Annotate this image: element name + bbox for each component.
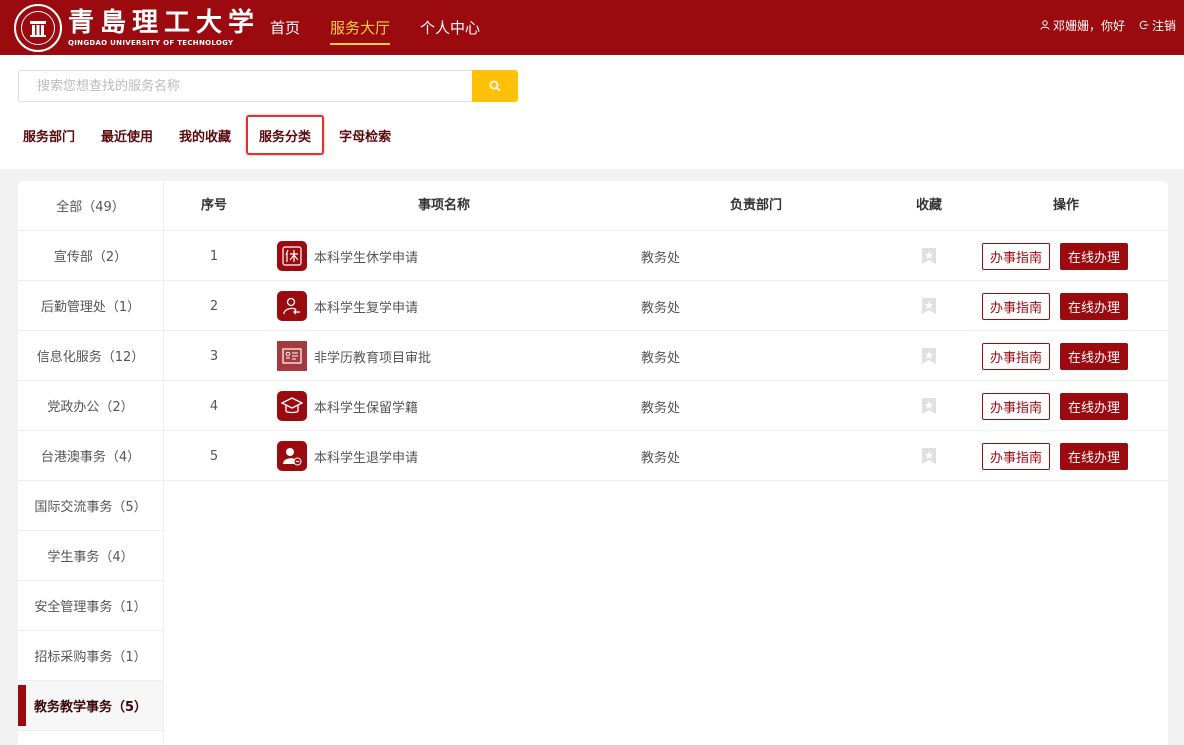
search-button[interactable] — [472, 70, 518, 102]
table-row: 4 本科学生保留学籍 教务处 办事指南 在线办理 — [164, 381, 1168, 431]
user-greeting[interactable]: 邓姗姗，你好 — [1040, 17, 1125, 34]
row-dept: 教务处 — [641, 300, 681, 316]
university-logo[interactable]: 青島理工大学 QINGDAO UNIVERSITY OF TECHNOLOGY — [14, 4, 260, 52]
row-index: 2 — [209, 298, 219, 314]
header-dept: 负责部门 — [730, 198, 783, 213]
row-name: 本科学生退学申请 — [314, 450, 419, 466]
logout-link[interactable]: 注销 — [1139, 17, 1176, 34]
row-dept: 教务处 — [641, 450, 681, 466]
service-table: 序号 事项名称 负责部门 收藏 操作 1 本科学生休学申请 教务处 办事指南 在… — [164, 181, 1168, 481]
online-process-button[interactable]: 在线办理 — [1060, 242, 1129, 270]
row-name: 本科学生保留学籍 — [314, 400, 419, 416]
search-icon — [489, 80, 501, 92]
search-panel: 服务部门 最近使用 我的收藏 服务分类 字母检索 — [0, 55, 1184, 169]
row-dept: 教务处 — [641, 250, 681, 266]
row-index: 1 — [209, 248, 219, 264]
logo-chinese-name: 青島理工大学 — [68, 8, 261, 38]
sidebar-item-procurement[interactable]: 招标采购事务（1） — [18, 631, 163, 681]
row-name: 本科学生休学申请 — [314, 250, 419, 266]
tab-service-departments[interactable]: 服务部门 — [10, 115, 88, 155]
sidebar-item-all[interactable]: 全部（49） — [18, 181, 163, 231]
service-list-card: 全部（49） 宣传部（2） 后勤管理处（1） 信息化服务（12） 党政办公（2）… — [18, 181, 1168, 745]
guide-button[interactable]: 办事指南 — [982, 242, 1051, 270]
header-name: 事项名称 — [418, 198, 471, 213]
row-name: 非学历教育项目审批 — [314, 350, 432, 366]
user-greeting-text: 邓姗姗，你好 — [1052, 18, 1125, 33]
search-input[interactable] — [18, 70, 472, 102]
row-index: 3 — [209, 348, 219, 364]
main-nav: 首页 服务大厅 个人中心 — [255, 0, 495, 55]
favorite-star-icon[interactable] — [909, 381, 949, 431]
category-tabs: 服务部门 最近使用 我的收藏 服务分类 字母检索 — [10, 113, 404, 157]
logout-label: 注销 — [1151, 18, 1176, 33]
logo-english-name: QINGDAO UNIVERSITY OF TECHNOLOGY — [68, 39, 234, 47]
row-dept: 教务处 — [641, 400, 681, 416]
favorite-star-icon[interactable] — [909, 331, 949, 381]
sidebar-item-publicity[interactable]: 宣传部（2） — [18, 231, 163, 281]
online-process-button[interactable]: 在线办理 — [1060, 442, 1129, 470]
sidebar-item-international[interactable]: 国际交流事务（5） — [18, 481, 163, 531]
guide-button[interactable]: 办事指南 — [982, 342, 1051, 370]
online-process-button[interactable]: 在线办理 — [1060, 292, 1129, 320]
nav-service-hall[interactable]: 服务大厅 — [315, 0, 405, 55]
tab-alphabet-search[interactable]: 字母检索 — [326, 115, 404, 155]
top-header: 青島理工大学 QINGDAO UNIVERSITY OF TECHNOLOGY … — [0, 0, 1184, 55]
row-dept: 教务处 — [641, 350, 681, 366]
row-index: 4 — [209, 398, 219, 414]
sidebar-item-logistics[interactable]: 后勤管理处（1） — [18, 281, 163, 331]
header-index: 序号 — [200, 198, 227, 213]
guide-button[interactable]: 办事指南 — [982, 292, 1051, 320]
row-name-cell[interactable]: 本科学生休学申请 — [277, 231, 418, 281]
header-ops: 操作 — [1053, 198, 1080, 213]
row-name-cell[interactable]: 本科学生保留学籍 — [277, 381, 418, 431]
rest-char-icon — [277, 241, 307, 271]
sidebar-item-it-services[interactable]: 信息化服务（12） — [18, 331, 163, 381]
sidebar-item-academic-affairs[interactable]: 教务教学事务（5） — [18, 681, 163, 731]
category-sidebar: 全部（49） 宣传部（2） 后勤管理处（1） 信息化服务（12） 党政办公（2）… — [18, 181, 164, 745]
user-icon — [1040, 20, 1050, 30]
tab-service-categories[interactable]: 服务分类 — [246, 115, 325, 155]
table-header: 序号 事项名称 负责部门 收藏 操作 — [164, 181, 1168, 231]
user-area: 邓姗姗，你好 注销 — [1026, 0, 1176, 50]
nav-personal-center[interactable]: 个人中心 — [405, 0, 495, 55]
table-row: 2 本科学生复学申请 教务处 办事指南 在线办理 — [164, 281, 1168, 331]
favorite-star-icon[interactable] — [909, 281, 949, 331]
guide-button[interactable]: 办事指南 — [982, 442, 1051, 470]
sidebar-item-safety[interactable]: 安全管理事务（1） — [18, 581, 163, 631]
logout-icon — [1139, 20, 1149, 30]
tab-my-favorites[interactable]: 我的收藏 — [166, 115, 244, 155]
sidebar-item-party-office[interactable]: 党政办公（2） — [18, 381, 163, 431]
row-index: 5 — [209, 448, 219, 464]
user-return-icon — [277, 291, 307, 321]
table-row: 1 本科学生休学申请 教务处 办事指南 在线办理 — [164, 231, 1168, 281]
university-seal-icon — [14, 4, 62, 52]
tab-recently-used[interactable]: 最近使用 — [88, 115, 166, 155]
search-box — [18, 70, 518, 102]
certificate-icon — [277, 341, 307, 371]
favorite-star-icon[interactable] — [909, 231, 949, 281]
graduation-cap-icon — [277, 391, 307, 421]
sidebar-item-hk-macao-taiwan[interactable]: 台港澳事务（4） — [18, 431, 163, 481]
table-row: 5 本科学生退学申请 教务处 办事指南 在线办理 — [164, 431, 1168, 481]
row-name-cell[interactable]: 本科学生退学申请 — [277, 431, 418, 481]
guide-button[interactable]: 办事指南 — [982, 392, 1051, 420]
nav-home[interactable]: 首页 — [255, 0, 315, 55]
table-row: 3 非学历教育项目审批 教务处 办事指南 在线办理 — [164, 331, 1168, 381]
row-name-cell[interactable]: 非学历教育项目审批 — [277, 331, 431, 381]
online-process-button[interactable]: 在线办理 — [1060, 392, 1129, 420]
online-process-button[interactable]: 在线办理 — [1060, 342, 1129, 370]
row-name: 本科学生复学申请 — [314, 300, 419, 316]
user-remove-icon — [277, 441, 307, 471]
favorite-star-icon[interactable] — [909, 431, 949, 481]
header-fav: 收藏 — [915, 198, 942, 213]
sidebar-item-student-affairs[interactable]: 学生事务（4） — [18, 531, 163, 581]
row-name-cell[interactable]: 本科学生复学申请 — [277, 281, 418, 331]
